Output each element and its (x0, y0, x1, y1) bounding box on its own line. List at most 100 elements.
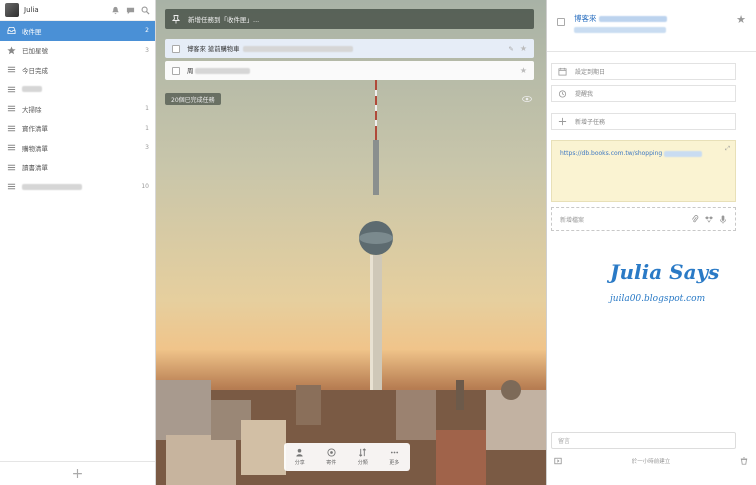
list-toolbar: 分享 寄件 分類 更多 (284, 443, 410, 471)
eye-icon[interactable] (522, 95, 532, 103)
list-icon (6, 84, 16, 94)
detail-title-blurred (598, 16, 667, 22)
mail-label: 寄件 (326, 460, 337, 466)
note-url[interactable]: https://db.books.com.tw/shopping (560, 150, 662, 157)
list-icon (6, 182, 16, 192)
note-field[interactable]: ⤢ https://db.books.com.tw/shopping (551, 140, 736, 202)
sidebar-item-today[interactable]: 今日完成 (0, 60, 155, 80)
add-subtask-field[interactable]: 新增子任務 (551, 113, 736, 130)
more-icon (390, 451, 398, 454)
share-label: 分享 (294, 460, 305, 466)
search-icon[interactable] (141, 6, 150, 15)
detail-title-text: 博客來 (574, 14, 597, 23)
list-icon (6, 143, 16, 153)
sort-label: 分類 (357, 460, 368, 466)
list-icon (6, 162, 16, 172)
sidebar-item-label: 已加星號 (22, 47, 48, 56)
sidebar-item-label-blurred (22, 183, 141, 191)
chat-icon[interactable] (126, 6, 135, 15)
create-list-button[interactable]: + (0, 461, 155, 485)
dropbox-icon[interactable] (705, 215, 713, 224)
sidebar-item-shopping[interactable]: 購物清單 3 (0, 138, 155, 158)
sidebar-item-blurred-list[interactable] (0, 80, 155, 100)
task-row[interactable]: 周 ★ (165, 61, 534, 80)
trash-icon[interactable] (740, 457, 748, 465)
share-button[interactable]: 分享 (295, 448, 305, 466)
pin-icon (172, 14, 180, 24)
detail-star-icon[interactable]: ★ (736, 13, 746, 26)
watermark-subtitle: juila00.blogspot.com (610, 294, 706, 304)
sidebar-item-label: 購物清單 (22, 144, 48, 153)
add-file-field[interactable]: 新增檔案 (551, 207, 736, 231)
collapse-panel-icon[interactable] (554, 457, 562, 465)
add-task-placeholder: 新增任務到「收件匣」... (188, 16, 260, 24)
share-icon (296, 448, 303, 457)
sidebar-item-count: 10 (141, 183, 149, 191)
more-label: 更多 (389, 460, 400, 466)
comment-placeholder: 留言 (558, 438, 571, 445)
sidebar-item-count: 2 (145, 27, 149, 35)
paperclip-icon[interactable] (691, 214, 699, 224)
detail-title[interactable]: 博客來 (574, 13, 667, 24)
sort-icon (359, 448, 367, 457)
sidebar-item-count: 1 (145, 124, 149, 132)
task-title-blurred (243, 45, 354, 52)
file-icons (691, 214, 727, 224)
add-file-label: 新增檔案 (560, 216, 585, 224)
inbox-icon (6, 26, 16, 36)
sidebar-item-reading[interactable]: 讀書清單 (0, 158, 155, 178)
sidebar-item-count: 3 (145, 46, 149, 54)
sidebar-item-label: 大掃除 (22, 105, 42, 114)
sidebar-item-count: 1 (145, 105, 149, 113)
sidebar-item-baby-list[interactable]: 寶作清單 1 (0, 119, 155, 139)
expand-icon[interactable]: ⤢ (725, 145, 730, 153)
task-checkbox[interactable] (172, 44, 180, 53)
sidebar-item-starred[interactable]: 已加星號 3 (0, 41, 155, 61)
sort-button[interactable]: 分類 (358, 448, 368, 466)
add-task-input[interactable]: 新增任務到「收件匣」... (165, 9, 534, 29)
mail-button[interactable]: 寄件 (326, 448, 336, 466)
sidebar-item-label: 收件匣 (22, 27, 42, 36)
watermark-title: Julia Says (610, 260, 720, 284)
sidebar-item-blurred-list-2[interactable]: 10 (0, 177, 155, 197)
comment-input[interactable]: 留言 (551, 432, 736, 449)
microphone-icon[interactable] (719, 214, 727, 224)
sidebar-item-label: 讀書清單 (22, 164, 48, 173)
task-row-selected[interactable]: 博客來 搶前購物車 ✎ ★ (165, 39, 534, 58)
reminder-field[interactable]: 提醒我 (551, 85, 736, 102)
task-title-blurred (195, 67, 251, 74)
show-completed-button[interactable]: 20個已完成任務 (165, 93, 221, 105)
star-icon[interactable]: ★ (520, 66, 527, 75)
sidebar-item-count: 3 (145, 144, 149, 152)
add-subtask-label: 新增子任務 (575, 119, 606, 126)
task-title: 博客來 搶前購物車 (187, 46, 240, 53)
due-date-label: 設定到期日 (575, 69, 606, 76)
alarm-clock-icon (558, 89, 567, 98)
bell-icon[interactable] (111, 6, 120, 15)
task-checkbox[interactable] (172, 66, 180, 75)
more-button[interactable]: 更多 (389, 448, 399, 466)
calendar-icon (558, 67, 567, 76)
list-icon (6, 123, 16, 133)
due-date-field[interactable]: 設定到期日 (551, 63, 736, 80)
plus-icon (558, 117, 567, 126)
sidebar: Julia 收件匣 2 已加星號 3 今日完成 大掃除 1 寶作清單 1 購物清… (0, 0, 156, 485)
note-url-blurred (664, 150, 703, 157)
sidebar-item-label-blurred (22, 85, 149, 93)
sidebar-header: Julia (0, 0, 155, 21)
sidebar-item-label: 寶作清單 (22, 125, 48, 134)
detail-subtitle-blurred (574, 26, 667, 33)
plus-icon: + (71, 465, 84, 482)
avatar[interactable] (5, 3, 19, 17)
sidebar-list: 收件匣 2 已加星號 3 今日完成 大掃除 1 寶作清單 1 購物清單 3 讀書… (0, 21, 155, 197)
created-label: 於一小時前建立 (631, 459, 671, 465)
star-icon[interactable]: ★ (520, 44, 527, 53)
detail-checkbox[interactable] (557, 18, 565, 26)
mail-icon (327, 448, 336, 457)
sidebar-item-inbox[interactable]: 收件匣 2 (0, 21, 155, 41)
user-name[interactable]: Julia (24, 6, 105, 14)
star-icon (6, 45, 16, 55)
sidebar-item-cleaning[interactable]: 大掃除 1 (0, 99, 155, 119)
detail-footer: 於一小時前建立 (546, 452, 756, 470)
task-title: 周 (187, 68, 194, 75)
